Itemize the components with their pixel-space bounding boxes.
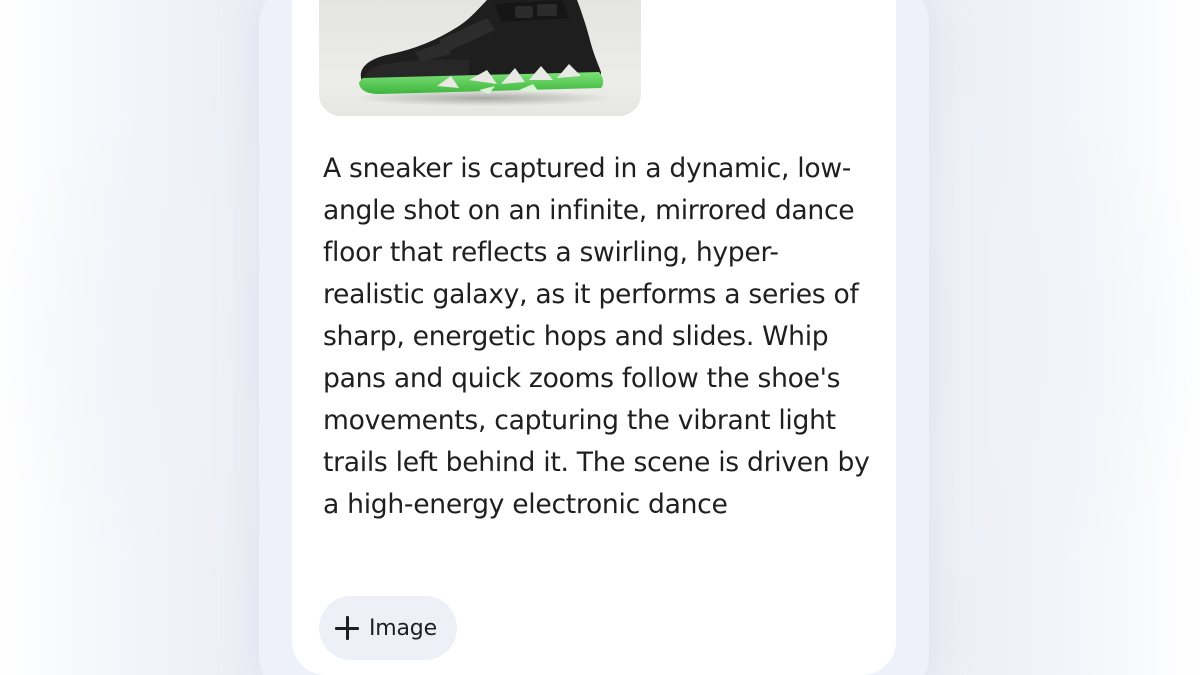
sneaker-illustration	[354, 0, 614, 106]
description-line: trails left behind it. The scene is driv…	[323, 447, 870, 478]
add-image-label: Image	[369, 615, 437, 641]
description-line: angle shot on an infinite, mirrored danc…	[323, 195, 855, 226]
description-line: floor that reflects a swirling, hyper-	[323, 237, 779, 268]
description-line: a high-energy electronic dance	[323, 489, 728, 520]
sneaker-image[interactable]	[319, 0, 641, 116]
description-line: pans and quick zooms follow the shoe's	[323, 363, 841, 394]
description-line: realistic galaxy, as it performs a serie…	[323, 279, 859, 310]
prompt-description: A sneaker is captured in a dynamic, low-…	[323, 148, 883, 526]
add-image-button[interactable]: Image	[319, 596, 457, 660]
description-line: A sneaker is captured in a dynamic, low-	[323, 153, 852, 184]
description-line: sharp, energetic hops and slides. Whip	[323, 321, 829, 352]
plus-icon	[333, 614, 361, 642]
description-line: movements, capturing the vibrant light	[323, 405, 836, 436]
